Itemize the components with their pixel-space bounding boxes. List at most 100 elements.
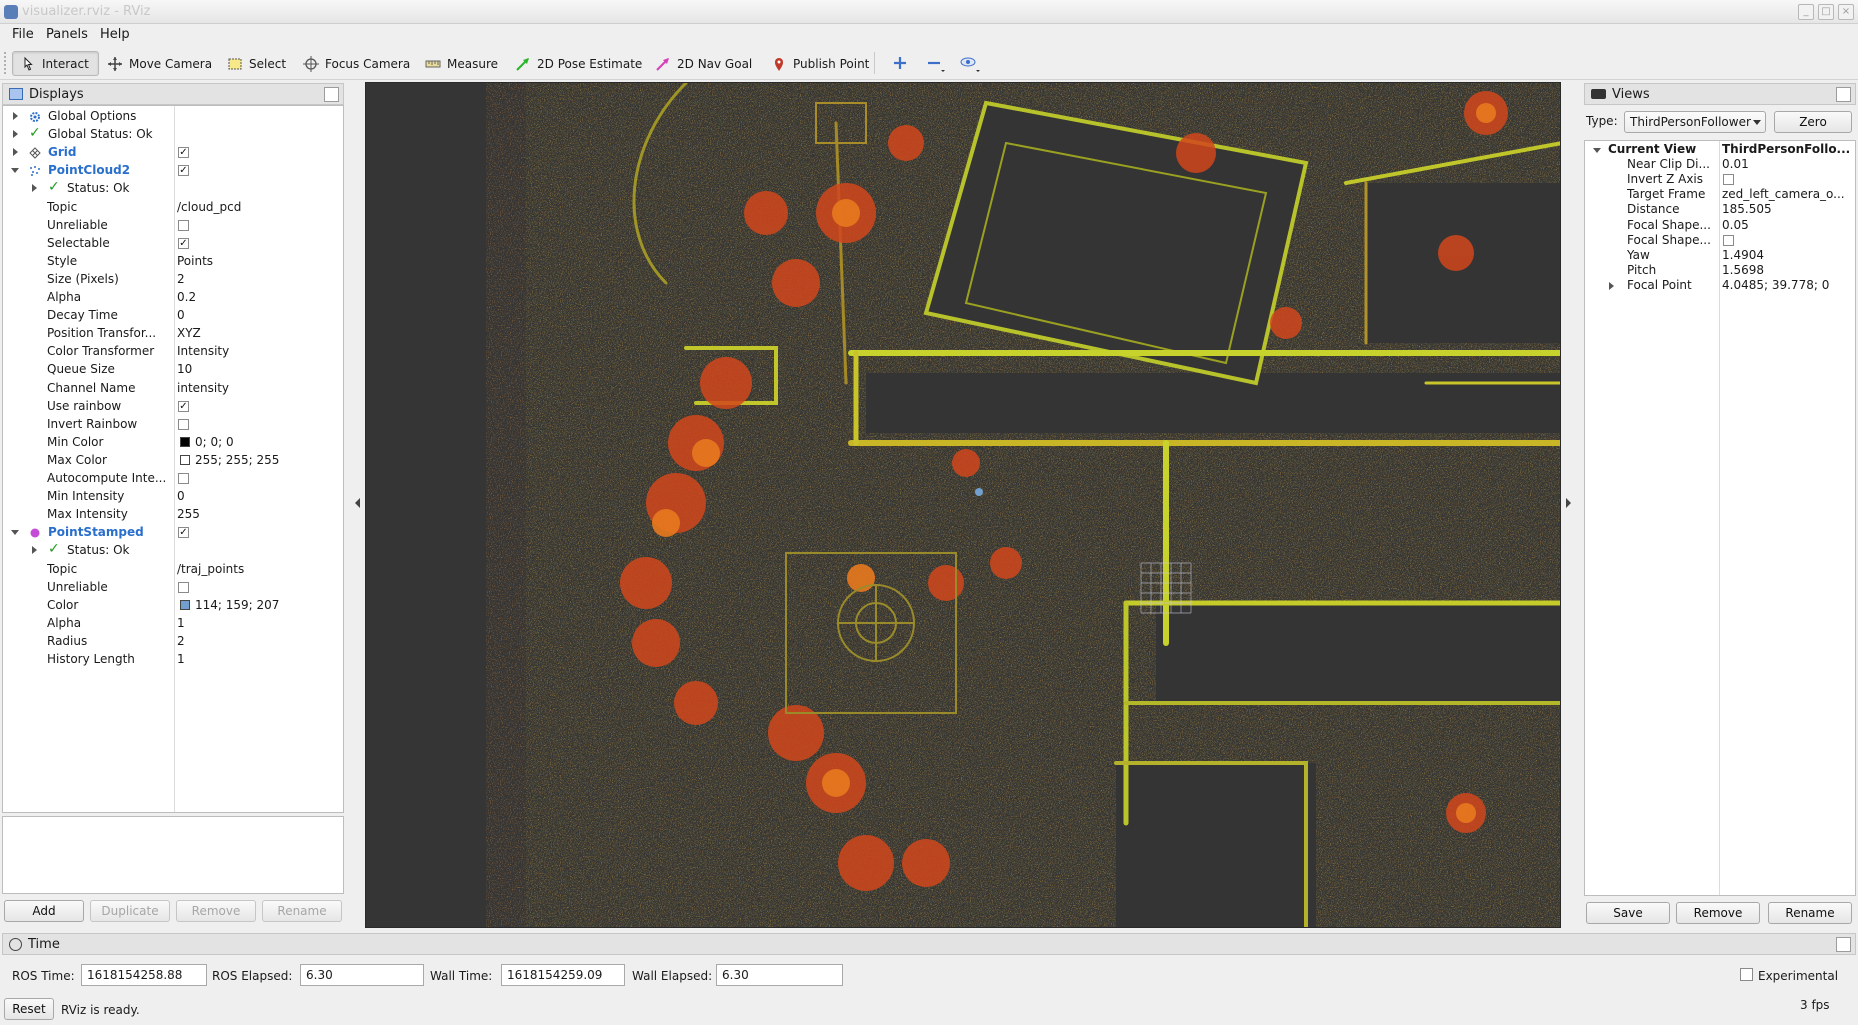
property-checkbox[interactable]: ✓ bbox=[178, 147, 189, 159]
expand-right-icon[interactable] bbox=[11, 147, 21, 157]
pointcloud2-property[interactable]: Queue Size 10 bbox=[3, 360, 343, 378]
pointcloud2-property[interactable]: Size (Pixels) 2 bbox=[3, 270, 343, 288]
tool-focus-camera[interactable]: Focus Camera bbox=[296, 51, 417, 76]
view-property[interactable]: Distance 185.505 bbox=[1585, 202, 1855, 217]
remove-view-button[interactable]: Remove bbox=[1676, 902, 1760, 924]
pointcloud2-property[interactable]: Alpha 0.2 bbox=[3, 288, 343, 306]
close-button[interactable]: × bbox=[1838, 4, 1854, 20]
property-checkbox[interactable] bbox=[1723, 234, 1734, 246]
property-checkbox[interactable]: ✓ bbox=[178, 527, 189, 539]
add-display-button[interactable]: Add bbox=[4, 900, 84, 922]
expand-right-icon[interactable] bbox=[1607, 281, 1617, 291]
tool-measure[interactable]: Measure bbox=[418, 51, 505, 76]
property-value[interactable]: 1.4904 bbox=[1722, 248, 1854, 263]
display-pointstamped[interactable]: PointStamped ✓ bbox=[3, 523, 343, 541]
color-swatch[interactable] bbox=[180, 454, 190, 465]
point-cloud-render[interactable] bbox=[366, 83, 1561, 928]
property-value[interactable]: 0.01 bbox=[1722, 157, 1854, 172]
wall-time-field[interactable]: 1618154259.09 bbox=[501, 964, 625, 986]
wall-elapsed-field[interactable]: 6.30 bbox=[716, 964, 843, 986]
color-swatch[interactable] bbox=[180, 436, 190, 447]
render-viewport[interactable] bbox=[365, 82, 1561, 928]
property-value[interactable]: 0 bbox=[177, 306, 337, 324]
tool-publish-point[interactable]: Publish Point bbox=[764, 51, 876, 76]
expand-down-icon[interactable] bbox=[11, 527, 21, 537]
expand-right-icon[interactable] bbox=[11, 111, 21, 121]
view-property[interactable]: Focal Shape... bbox=[1585, 233, 1855, 248]
display-pointcloud2[interactable]: PointCloud2 ✓ bbox=[3, 161, 343, 179]
rename-view-button[interactable]: Rename bbox=[1768, 902, 1852, 924]
view-property[interactable]: Target Frame zed_left_camera_o... bbox=[1585, 187, 1855, 202]
property-value[interactable]: /cloud_pcd bbox=[177, 198, 337, 216]
add-tool-icon[interactable] bbox=[892, 55, 908, 74]
reset-button[interactable]: Reset bbox=[4, 998, 54, 1020]
pointcloud2-property[interactable]: Min Color 0; 0; 0 bbox=[3, 433, 343, 451]
pointstamped-property[interactable]: Unreliable bbox=[3, 578, 343, 596]
collapse-right-icon[interactable] bbox=[1566, 498, 1571, 508]
menu-file[interactable]: File bbox=[6, 26, 40, 43]
property-value[interactable]: 2 bbox=[177, 632, 337, 650]
property-value[interactable]: 1 bbox=[177, 614, 337, 632]
property-value[interactable]: 0 bbox=[177, 487, 337, 505]
tool-select[interactable]: Select bbox=[220, 51, 293, 76]
menu-help[interactable]: Help bbox=[94, 26, 136, 43]
ros-time-field[interactable]: 1618154258.88 bbox=[81, 964, 207, 986]
pointstamped-property[interactable]: History Length 1 bbox=[3, 650, 343, 668]
pointstamped-property[interactable]: Topic/traj_points bbox=[3, 560, 343, 578]
property-checkbox[interactable] bbox=[1723, 174, 1734, 186]
property-checkbox[interactable] bbox=[178, 418, 189, 430]
property-checkbox[interactable] bbox=[178, 473, 189, 484]
tool-2d-pose-estimate[interactable]: 2D Pose Estimate bbox=[508, 51, 649, 76]
current-view-row[interactable]: Current View ThirdPersonFollo... bbox=[1585, 142, 1855, 157]
pointcloud2-property[interactable]: Decay Time 0 bbox=[3, 306, 343, 324]
property-value[interactable]: 10 bbox=[177, 360, 337, 378]
pointcloud2-property[interactable]: Color Transformer Intensity bbox=[3, 342, 343, 360]
pointcloud2-property[interactable]: Unreliable bbox=[3, 216, 343, 234]
tool-2d-nav-goal[interactable]: 2D Nav Goal bbox=[648, 51, 759, 76]
expand-down-icon[interactable] bbox=[1593, 145, 1603, 155]
property-checkbox[interactable]: ✓ bbox=[178, 165, 189, 177]
maximize-button[interactable]: □ bbox=[1818, 4, 1834, 20]
pointcloud2-property[interactable]: Use rainbow ✓ bbox=[3, 397, 343, 415]
ros-elapsed-field[interactable]: 6.30 bbox=[300, 964, 424, 986]
undock-time-button[interactable] bbox=[1836, 937, 1851, 952]
property-value[interactable]: 2 bbox=[177, 270, 337, 288]
experimental-checkbox[interactable] bbox=[1740, 968, 1753, 981]
property-value[interactable]: 255; 255; 255 bbox=[195, 451, 343, 469]
property-value[interactable]: intensity bbox=[177, 379, 337, 397]
duplicate-display-button[interactable]: Duplicate bbox=[90, 900, 170, 922]
property-value[interactable]: 114; 159; 207 bbox=[195, 596, 343, 614]
view-type-combo[interactable]: ThirdPersonFollower bbox=[1624, 111, 1766, 133]
property-checkbox[interactable] bbox=[178, 219, 189, 231]
pointstamped-property[interactable]: Alpha 1 bbox=[3, 614, 343, 632]
pointcloud2-property[interactable]: Max Color 255; 255; 255 bbox=[3, 451, 343, 469]
undock-views-button[interactable] bbox=[1836, 87, 1851, 102]
expand-right-icon[interactable] bbox=[30, 545, 40, 555]
property-value[interactable]: 255 bbox=[177, 505, 337, 523]
property-value[interactable]: XYZ bbox=[177, 324, 337, 342]
right-splitter-handle[interactable] bbox=[1562, 82, 1574, 928]
color-swatch[interactable] bbox=[180, 599, 190, 610]
property-checkbox[interactable]: ✓ bbox=[178, 400, 189, 412]
property-value[interactable]: 0.2 bbox=[177, 288, 337, 306]
pointcloud2-property[interactable]: Min Intensity 0 bbox=[3, 487, 343, 505]
view-property[interactable]: Focal Shape... 0.05 bbox=[1585, 218, 1855, 233]
property-value[interactable]: 1.5698 bbox=[1722, 263, 1854, 278]
pointcloud2-property[interactable]: Channel Name intensity bbox=[3, 379, 343, 397]
left-splitter-handle[interactable] bbox=[352, 82, 364, 928]
property-value[interactable]: 0; 0; 0 bbox=[195, 433, 343, 451]
tool-interact[interactable]: Interact bbox=[12, 51, 99, 76]
pointcloud2-property[interactable]: Position Transfor... XYZ bbox=[3, 324, 343, 342]
pointcloud2-property[interactable]: Invert Rainbow bbox=[3, 415, 343, 433]
menu-panels[interactable]: Panels bbox=[40, 26, 94, 43]
pointstamped-status[interactable]: ✓ Status: Ok bbox=[3, 541, 343, 559]
minimize-button[interactable]: _ bbox=[1798, 4, 1814, 20]
tool-properties-eye-icon[interactable] bbox=[960, 55, 982, 76]
expand-right-icon[interactable] bbox=[30, 183, 40, 193]
pointcloud2-status[interactable]: ✓ Status: Ok bbox=[3, 179, 343, 197]
collapse-left-icon[interactable] bbox=[355, 498, 360, 508]
property-value[interactable]: 0.05 bbox=[1722, 218, 1854, 233]
property-checkbox[interactable]: ✓ bbox=[178, 237, 189, 249]
property-value[interactable]: zed_left_camera_o... bbox=[1722, 187, 1854, 202]
pointstamped-property[interactable]: Radius 2 bbox=[3, 632, 343, 650]
